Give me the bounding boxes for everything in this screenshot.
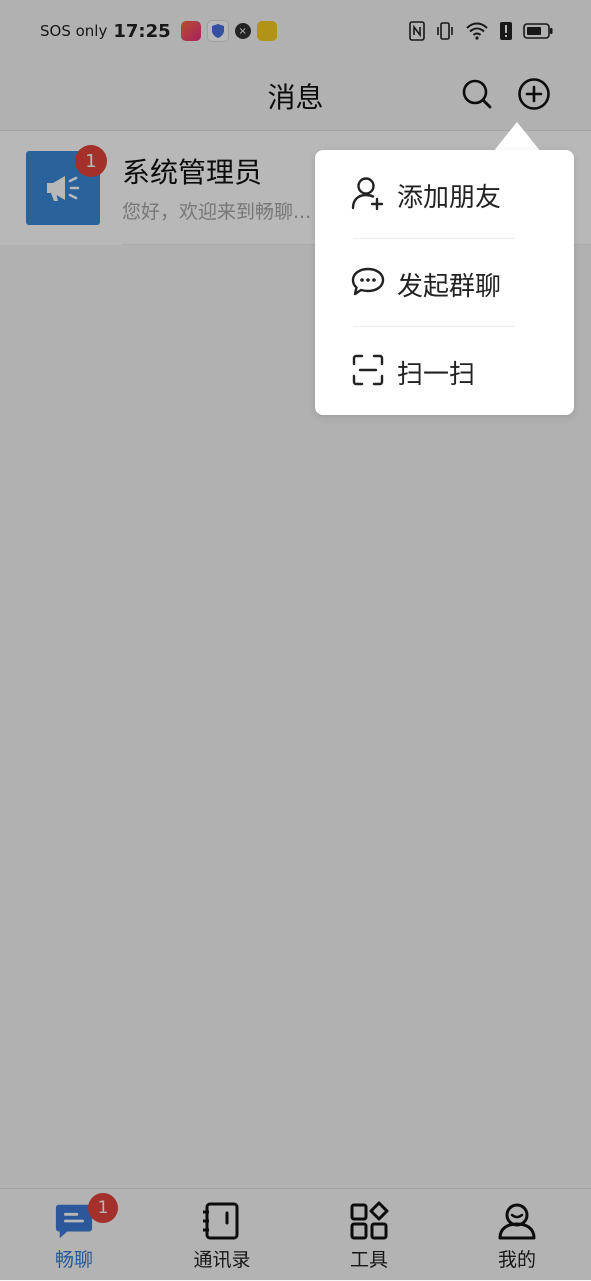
menu-item-group-chat[interactable]: 发起群聊 <box>315 239 574 327</box>
menu-item-label: 发起群聊 <box>397 272 502 302</box>
menu-item-label: 添加朋友 <box>397 183 502 213</box>
popup-menu: 添加朋友 发起群聊 扫一扫 <box>315 150 574 415</box>
popup-arrow <box>493 122 541 152</box>
menu-item-label: 扫一扫 <box>397 360 476 390</box>
menu-item-add-friend[interactable]: 添加朋友 <box>315 150 574 238</box>
menu-item-scan[interactable]: 扫一扫 <box>315 327 574 415</box>
add-user-icon <box>351 176 385 210</box>
scan-icon <box>351 353 385 387</box>
chat-bubble-icon <box>351 265 385 299</box>
